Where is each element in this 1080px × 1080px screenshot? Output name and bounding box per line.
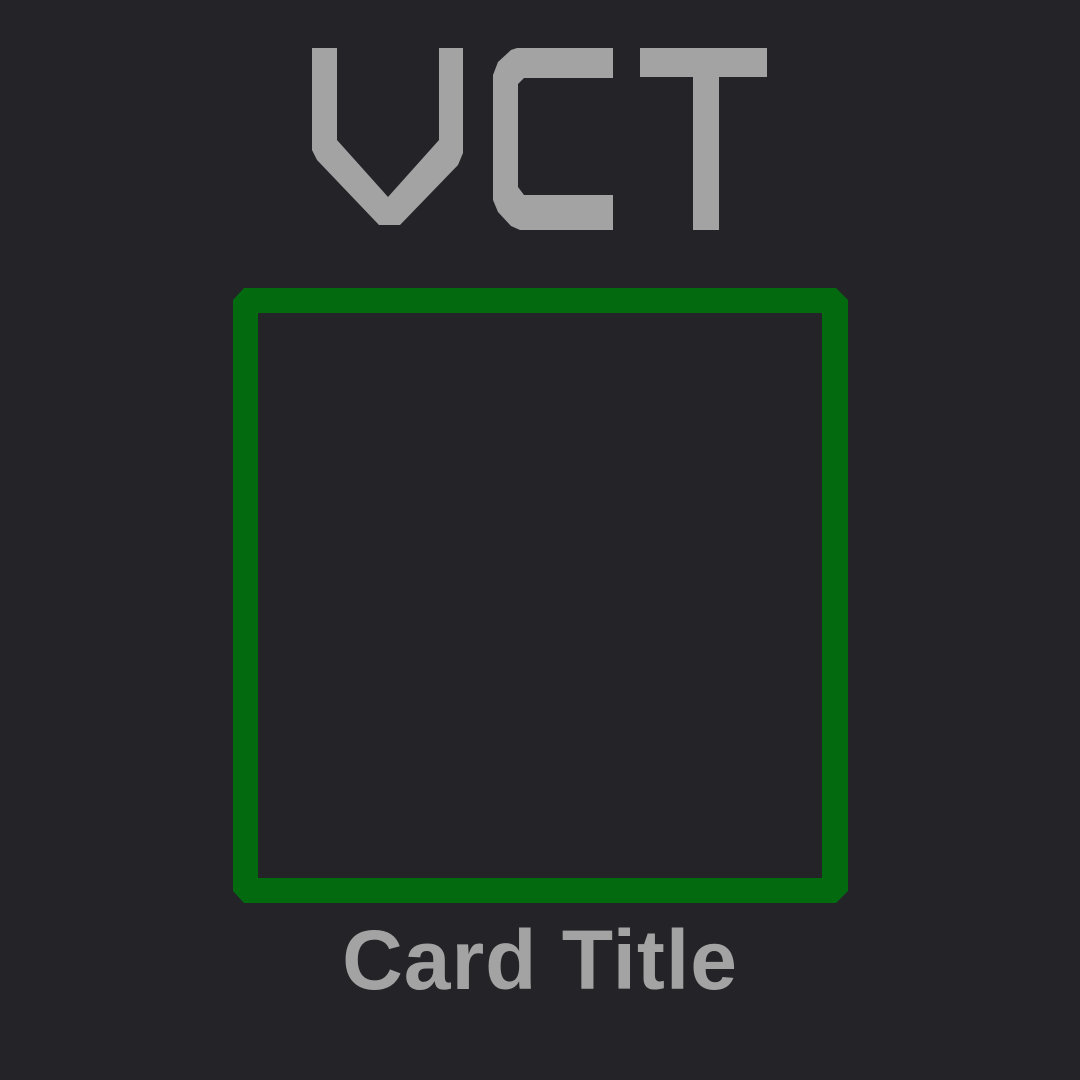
card-title: Card Title: [342, 913, 738, 1007]
